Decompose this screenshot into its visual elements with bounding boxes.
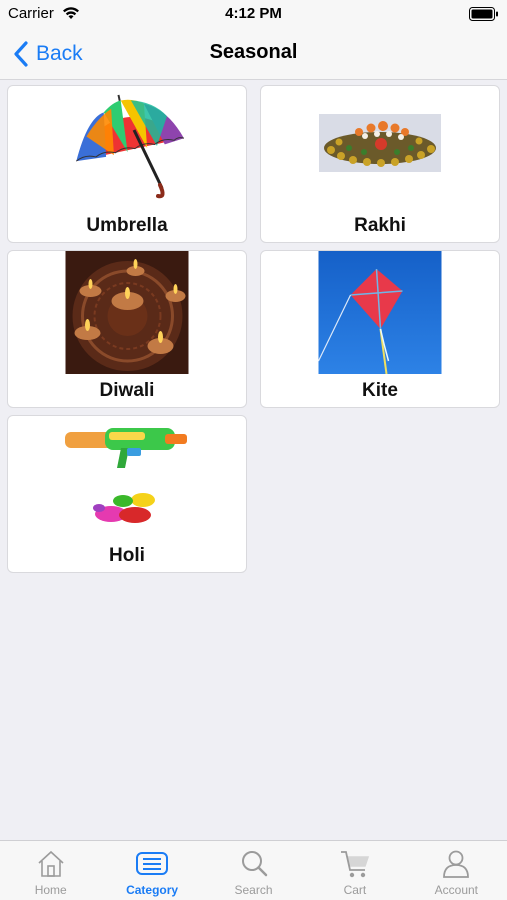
category-label: Kite: [362, 380, 398, 401]
category-card-holi[interactable]: Holi: [7, 415, 247, 573]
tab-account[interactable]: Account: [406, 841, 507, 900]
tab-label: Category: [126, 883, 179, 897]
holi-water-gun-image: [65, 428, 187, 523]
category-card-umbrella[interactable]: Umbrella: [7, 85, 247, 243]
status-time: 4:12 PM: [225, 5, 282, 22]
category-card-kite[interactable]: Kite: [260, 250, 500, 408]
status-bar: Carrier 4:12 PM: [0, 0, 507, 28]
tab-cart[interactable]: Cart: [304, 841, 405, 900]
screen: Carrier 4:12 PM Back Seasonal Umbrella R…: [0, 0, 507, 900]
category-icon: [136, 852, 169, 875]
tab-label: Cart: [343, 883, 367, 897]
kite-image: [318, 251, 442, 374]
rakhi-image: [319, 114, 441, 172]
tab-home[interactable]: Home: [0, 841, 101, 900]
umbrella-image: [76, 94, 185, 199]
category-card-rakhi[interactable]: Rakhi: [260, 85, 500, 243]
diwali-lamps-image: [65, 251, 189, 374]
tab-category[interactable]: Category: [101, 841, 202, 900]
search-icon: [241, 851, 267, 877]
battery-icon: [469, 7, 498, 21]
category-label: Umbrella: [86, 215, 168, 236]
tab-label: Account: [434, 883, 478, 897]
category-label: Holi: [109, 545, 145, 566]
category-card-diwali[interactable]: Diwali: [7, 250, 247, 408]
tab-bar: Home Category Search Cart Account: [0, 840, 507, 900]
tab-search[interactable]: Search: [203, 841, 304, 900]
category-label: Rakhi: [354, 215, 406, 236]
home-icon: [38, 850, 64, 877]
cart-icon: [340, 851, 370, 878]
page-title: Seasonal: [209, 41, 298, 63]
account-icon: [443, 850, 470, 878]
tab-label: Home: [34, 883, 67, 897]
tab-label: Search: [234, 883, 273, 897]
navigation-bar: Back Seasonal: [0, 28, 507, 80]
category-label: Diwali: [99, 380, 155, 401]
